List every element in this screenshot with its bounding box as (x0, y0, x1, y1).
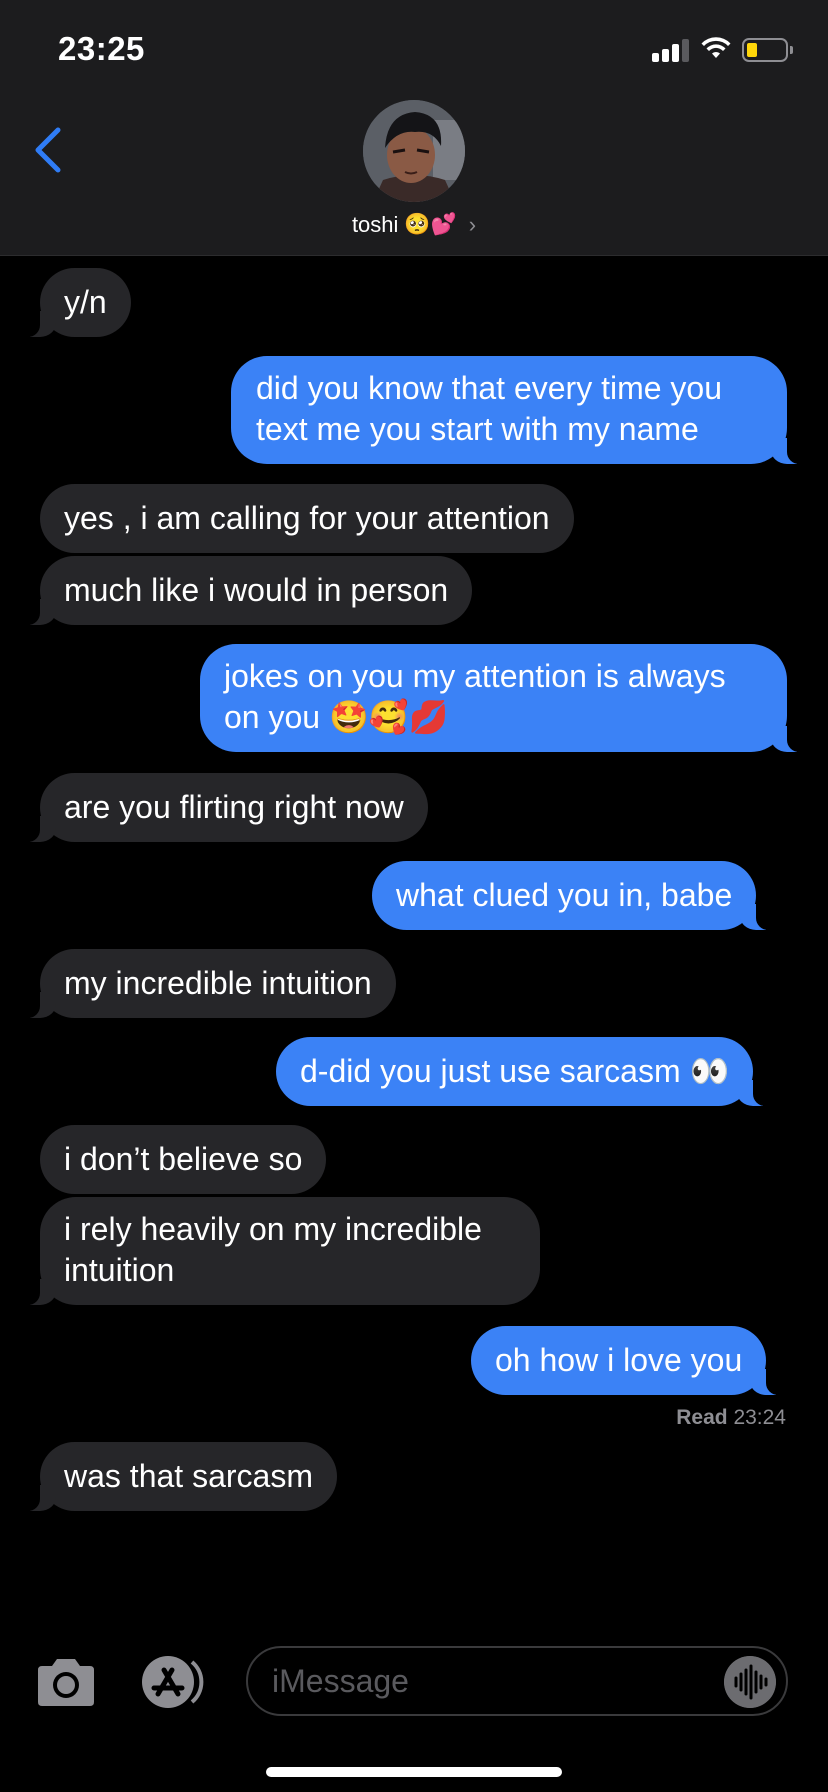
message-bubble-outgoing[interactable]: oh how i love you (471, 1326, 793, 1395)
message-bubble-incoming[interactable]: y/n (14, 268, 131, 337)
contact-name-button[interactable]: toshi 🥺💕 › (0, 208, 828, 242)
message-bubble-incoming[interactable]: are you flirting right now (14, 773, 428, 842)
wifi-icon (701, 37, 731, 58)
camera-icon[interactable] (34, 1656, 98, 1708)
conversation-header: 23:25 toshi 🥺💕 › (0, 0, 828, 256)
message-bubble-outgoing[interactable]: what clued you in, babe (372, 861, 783, 930)
read-receipt-time: 23:24 (733, 1406, 786, 1429)
message-bubble-incoming[interactable]: i rely heavily on my incredible intuitio… (14, 1197, 540, 1305)
message-bubble-outgoing[interactable]: d-did you just use sarcasm 👀 (276, 1037, 780, 1106)
message-bubble-incoming[interactable]: was that sarcasm (14, 1442, 337, 1511)
contact-avatar[interactable] (363, 100, 465, 202)
avatar-illustration (363, 100, 465, 202)
message-bubble-incoming[interactable]: my incredible intuition (14, 949, 396, 1018)
audio-waveform-icon[interactable] (724, 1656, 776, 1708)
chevron-right-icon: › (468, 212, 477, 237)
message-bubble-incoming[interactable]: much like i would in person (13, 556, 473, 625)
cellular-signal-icon (652, 38, 692, 62)
home-indicator[interactable] (266, 1767, 562, 1777)
app-store-icon[interactable] (138, 1654, 210, 1710)
contact-name: toshi (351, 212, 399, 237)
message-bubble-incoming[interactable]: i don’t believe so (40, 1125, 327, 1194)
contact-name-emojis: 🥺💕 (404, 213, 457, 236)
imessage-input[interactable] (246, 1646, 788, 1716)
message-bubble-outgoing[interactable]: jokes on you my attention is always on y… (200, 644, 813, 752)
back-button[interactable] (28, 122, 68, 178)
read-receipt: Read 23:24 (676, 1406, 786, 1430)
message-bubble-outgoing[interactable]: did you know that every time you text me… (231, 356, 813, 464)
message-thread[interactable]: y/n did you know that every time you tex… (0, 256, 828, 1626)
message-bubble-incoming[interactable]: yes , i am calling for your attention (40, 484, 574, 553)
status-time: 23:25 (58, 30, 145, 67)
messages-screen: 23:25 toshi 🥺💕 › y/n did you know that e… (0, 0, 828, 1792)
battery-low-icon (742, 38, 793, 62)
compose-bar (0, 1626, 828, 1792)
read-receipt-label: Read (676, 1406, 728, 1429)
